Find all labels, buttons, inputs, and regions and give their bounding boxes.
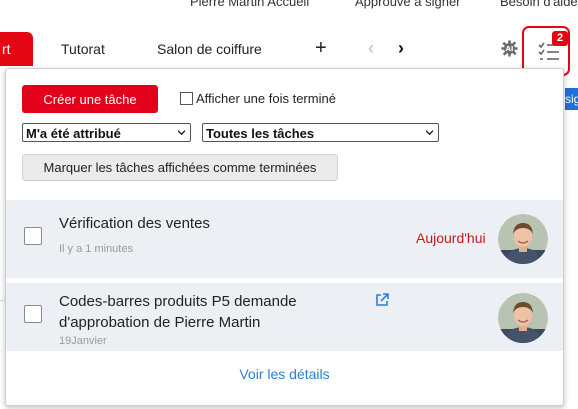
chevron-down-icon: [426, 130, 433, 136]
external-link-icon[interactable]: [375, 293, 389, 307]
task-complete-checkbox[interactable]: [24, 305, 42, 323]
task-title[interactable]: Codes-barres produits P5 demande d'appro…: [59, 291, 297, 333]
create-task-button[interactable]: Créer une tâche: [22, 85, 158, 113]
add-tab-button[interactable]: +: [315, 32, 327, 64]
svg-text:AI: AI: [506, 45, 514, 53]
assigned-filter-value: M'a été attribué: [26, 126, 121, 141]
sign-button[interactable]: sig: [565, 88, 578, 110]
task-date: 19Janvier: [59, 335, 107, 347]
header-user-text: Pierre Martin Accueil: [190, 0, 310, 9]
assigned-filter-select[interactable]: M'a été attribué: [22, 123, 191, 142]
chevron-down-icon: [178, 130, 185, 136]
user-avatar: [498, 293, 548, 343]
task-item[interactable]: Codes-barres produits P5 demande d'appro…: [6, 283, 563, 351]
app-header: Pierre Martin Accueil Approuvé à signer …: [0, 0, 578, 28]
view-details-link[interactable]: Voir les détails: [6, 366, 563, 382]
task-item[interactable]: Vérification des ventes Il y a 1 minutes…: [6, 200, 563, 278]
header-status-text: Approuvé à signer: [355, 0, 461, 9]
task-title[interactable]: Vérification des ventes: [59, 213, 210, 234]
tabs-prev-button[interactable]: ‹: [368, 32, 374, 64]
task-complete-checkbox[interactable]: [24, 227, 42, 245]
tabs-next-button[interactable]: ›: [398, 32, 404, 64]
tasks-dropdown-panel: Créer une tâche Afficher une fois termin…: [5, 68, 564, 406]
header-help-text[interactable]: Besoin d'aide: [500, 0, 578, 9]
task-title-line-2: d'approbation de Pierre Martin: [59, 314, 261, 331]
task-type-filter-select[interactable]: Toutes les tâches: [202, 123, 439, 142]
task-title-line-1: Codes-barres produits P5 demande: [59, 293, 297, 310]
task-due-date: Aujourd'hui: [416, 230, 486, 246]
tab-tutorat[interactable]: Tutorat: [61, 32, 105, 66]
tab-salon-de-coiffure[interactable]: Salon de coiffure: [157, 32, 262, 66]
settings-gear-icon[interactable]: AI: [501, 40, 518, 57]
show-completed-toggle[interactable]: Afficher une fois terminé: [180, 91, 336, 106]
tab-bar: rt Tutorat Salon de coiffure + ‹ ›: [0, 32, 578, 66]
tab-active[interactable]: rt: [0, 32, 33, 66]
mark-displayed-done-button[interactable]: Marquer les tâches affichées comme termi…: [22, 154, 338, 181]
user-avatar: [498, 214, 548, 264]
task-timestamp: Il y a 1 minutes: [59, 243, 133, 255]
show-completed-checkbox[interactable]: [180, 92, 193, 105]
task-type-filter-value: Toutes les tâches: [206, 126, 315, 141]
show-completed-label: Afficher une fois terminé: [196, 91, 336, 106]
tasks-count-badge: 2: [552, 31, 568, 46]
